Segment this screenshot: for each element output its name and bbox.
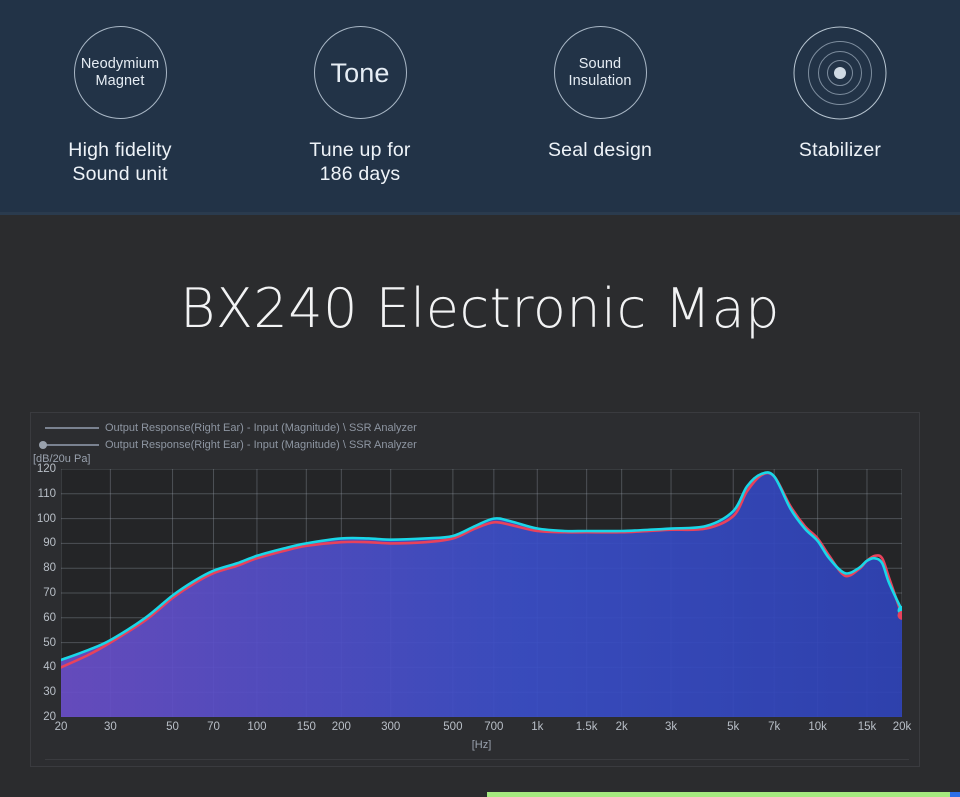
feature-stabilizer[interactable]: Stabilizer — [720, 26, 960, 215]
legend-label: Output Response(Right Ear) - Input (Magn… — [105, 438, 417, 451]
y-tick-label: 90 — [43, 537, 56, 550]
x-tick-label: 20k — [892, 721, 912, 733]
sound-insulation-icon: Sound Insulation — [553, 26, 647, 119]
frequency-response-chart: Output Response(Right Ear) - Input (Magn… — [30, 412, 920, 767]
circle-label: Neodymium Magnet — [80, 55, 160, 89]
x-tick-label: 70 — [207, 721, 220, 733]
circle-label: Tone — [330, 57, 390, 88]
bottom-accent-strip — [487, 792, 960, 797]
y-tick-label: 40 — [43, 661, 56, 674]
x-tick-label: 5k — [727, 721, 740, 733]
chart-legend: Output Response(Right Ear) - Input (Magn… — [39, 419, 417, 453]
features-header: Neodymium Magnet High fidelity Sound uni… — [0, 0, 960, 215]
y-tick-label: 60 — [43, 611, 56, 624]
x-tick-label: 7k — [768, 721, 781, 733]
x-tick-label: 700 — [484, 721, 504, 733]
feature-row: Neodymium Magnet High fidelity Sound uni… — [0, 0, 960, 215]
stabilizer-rings-icon — [793, 26, 887, 119]
x-tick-label: 1.5k — [575, 721, 598, 733]
x-tick-label: 2k — [615, 721, 628, 733]
y-tick-label: 110 — [37, 487, 56, 500]
y-tick-label: 70 — [43, 587, 56, 599]
legend-item: Output Response(Right Ear) - Input (Magn… — [39, 419, 417, 436]
y-tick-label: 50 — [43, 636, 56, 649]
x-tick-label: 20 — [54, 721, 68, 733]
x-tick-label: 10k — [808, 721, 827, 733]
circle-label: Sound Insulation — [568, 55, 632, 89]
panel-divider — [45, 759, 909, 760]
feature-label: Seal design — [547, 139, 653, 161]
x-tick-label: 15k — [857, 721, 877, 733]
y-tick-label: 80 — [43, 562, 56, 575]
x-tick-label: 30 — [103, 721, 117, 733]
page-title: BX240 Electronic Map — [180, 277, 780, 340]
legend-label: Output Response(Right Ear) - Input (Magn… — [105, 421, 417, 434]
plot-area — [59, 468, 907, 718]
plot-area-wrapper: 20 30 40 50 60 70 80 90 100 110 120 20 30 50 70 100 150… — [37, 463, 911, 751]
neodymium-magnet-icon: Neodymium Magnet — [73, 26, 167, 119]
feature-label: Stabilizer — [798, 139, 882, 161]
x-tick-label: 1k — [531, 721, 544, 733]
x-tick-label: 500 — [443, 721, 463, 733]
main-body: BX240 Electronic Map Output Response(Rig… — [0, 215, 960, 797]
y-tick-label: 100 — [36, 512, 56, 525]
chart-svg — [59, 468, 907, 718]
feature-label: High fidelity Sound unit — [68, 139, 172, 185]
x-tick-label: 50 — [166, 721, 179, 733]
y-tick-label: 30 — [43, 686, 56, 699]
feature-seal-design[interactable]: Sound Insulation Seal design — [480, 26, 720, 215]
x-tick-label: 150 — [296, 721, 316, 733]
tone-icon: Tone — [313, 26, 407, 119]
feature-tune-up[interactable]: Tone Tune up for 186 days — [240, 26, 480, 215]
x-tick-label: 100 — [247, 721, 267, 733]
feature-high-fidelity[interactable]: Neodymium Magnet High fidelity Sound uni… — [0, 26, 240, 215]
legend-line-icon — [39, 422, 99, 434]
y-tick-label: 120 — [36, 463, 56, 475]
x-tick-label: 300 — [381, 721, 401, 733]
ring-center-dot — [834, 66, 846, 79]
legend-item: Output Response(Right Ear) - Input (Magn… — [39, 436, 417, 453]
feature-label: Tune up for 186 days — [309, 139, 411, 185]
x-tick-label: 3k — [664, 721, 678, 733]
x-tick-label: 200 — [331, 721, 351, 733]
x-axis-unit: [Hz] — [471, 739, 492, 751]
legend-line-dot-icon — [39, 439, 99, 451]
